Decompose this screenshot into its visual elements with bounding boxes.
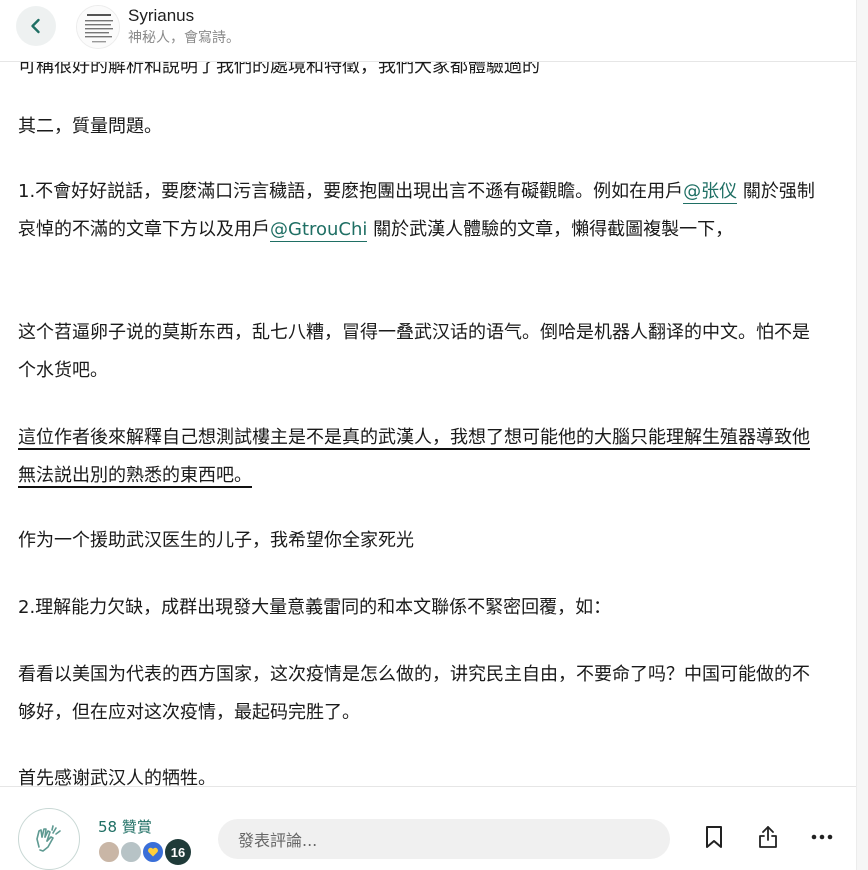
supporter-avatars[interactable]: 16 [97,839,191,865]
page-scrollbar[interactable] [856,0,868,870]
bottom-action-bar: 58 贊賞 16 發表評論... [0,786,856,870]
paragraph-text: 首先感谢武汉人的牺牲。 [18,768,216,786]
bookmark-icon [706,826,722,848]
user-mention-link[interactable]: @GtrouChi [270,219,368,242]
bookmark-button[interactable] [700,823,728,851]
clap-hands-icon [36,825,61,852]
share-icon [759,826,777,848]
clap-count[interactable]: 58 贊賞 [98,816,152,837]
quoted-comment: 看看以美国为代表的西方国家，这次疫情是怎么做的，讲究民主自由，不要命了吗？中国可… [18,664,810,723]
share-button[interactable] [754,823,782,851]
back-button[interactable] [16,6,56,46]
clap-button[interactable] [18,808,80,870]
comment-input[interactable]: 發表評論... [218,819,670,859]
supporter-avatar[interactable] [97,840,121,864]
avatar-manuscript-image [77,6,119,48]
heart-badge-icon [148,847,158,857]
paragraph-quality-heading: 其二，質量問題。 [18,116,162,137]
back-arrow-icon [31,18,40,34]
quoted-comment: 这个苕逼卵子说的莫斯东西，乱七八糟，冒得一叠武汉话的语气。倒哈是机器人翻译的中文… [18,322,810,381]
author-tagline: 神秘人，會寫詩。 [128,30,240,46]
paragraph-text: 關於武漢人體驗的文章，懶得截圖複製一下， [367,219,734,240]
partially-hidden-line: 可稱很好的解析和說明了我們的處境和特徵，我們大家都體驗過的 [18,62,540,77]
paragraph-point-2: 2.理解能力欠缺，成群出現發大量意義雷同的和本文聯係不緊密回覆，如： [18,597,612,618]
supporter-count-badge[interactable]: 16 [165,839,191,865]
underlined-paragraph: 這位作者後來解釋自己想測試樓主是不是真的武漢人，我想了想可能他的大腦只能理解生殖… [18,419,826,495]
more-options-button[interactable] [808,823,836,851]
underlined-text: 這位作者後來解釋自己想測試樓主是不是真的武漢人，我想了想可能他的大腦只能理解生殖… [18,427,810,486]
paragraph-point-1: 1.不會好好説話，要麽滿口污言穢語，要麽抱團出現出言不遜有礙觀瞻。例如在用戶@张… [18,173,826,249]
user-mention-link[interactable]: @张仪 [683,181,738,204]
paragraph-text: 1.不會好好説話，要麽滿口污言穢語，要麽抱團出現出言不遜有礙觀瞻。例如在用戶 [18,181,684,202]
quoted-comment: 作为一个援助武汉医生的儿子，我希望你全家死光 [18,530,414,551]
supporter-avatar[interactable] [119,840,143,864]
author-avatar[interactable] [76,5,120,49]
author-name[interactable]: Syrianus [128,6,194,26]
supporter-avatar[interactable] [141,840,165,864]
top-bar: Syrianus 神秘人，會寫詩。 [0,0,856,62]
article-body: 可稱很好的解析和說明了我們的處境和特徵，我們大家都體驗過的 其二，質量問題。 1… [0,62,856,786]
more-icon [811,834,833,840]
